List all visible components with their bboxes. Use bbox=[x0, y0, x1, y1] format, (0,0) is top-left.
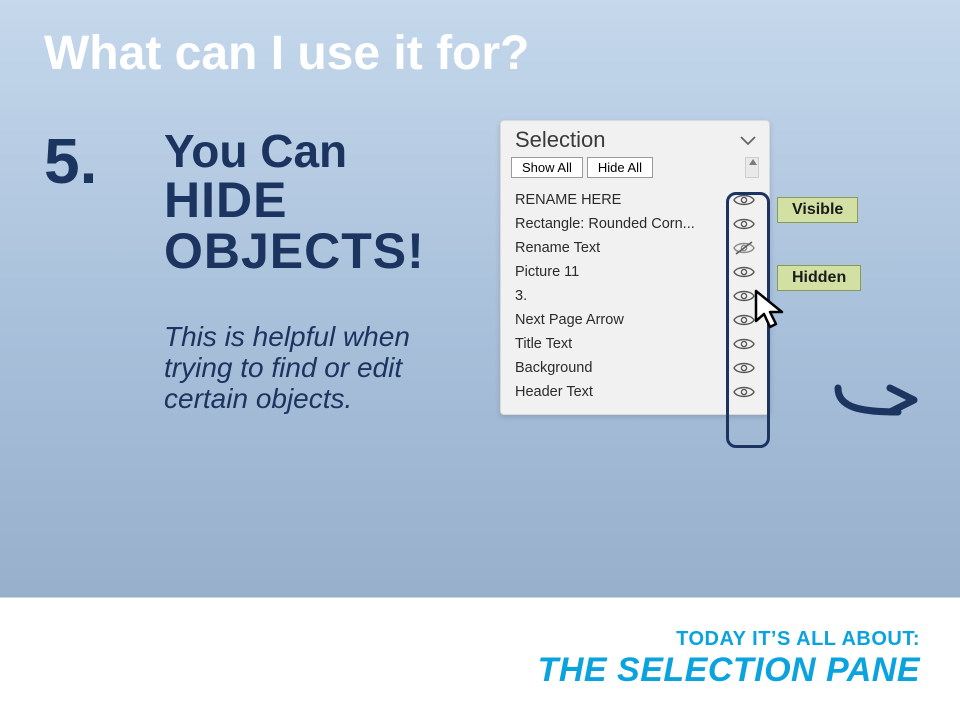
selection-pane-title: Selection bbox=[515, 127, 606, 153]
footer-line-1: TODAY IT’S ALL ABOUT: bbox=[676, 628, 920, 651]
hidden-callout: Hidden bbox=[777, 265, 861, 291]
headline: You Can HIDE OBJECTS! bbox=[164, 128, 494, 277]
eye-visible-icon[interactable] bbox=[733, 384, 755, 400]
headline-line-1: You Can bbox=[164, 128, 494, 175]
list-item[interactable]: Rename Text bbox=[501, 236, 769, 260]
slide: What can I use it for? 5. You Can HIDE O… bbox=[0, 0, 960, 720]
list-item[interactable]: Title Text bbox=[501, 332, 769, 356]
list-item-label: Picture 11 bbox=[515, 264, 579, 280]
list-item-label: Rectangle: Rounded Corn... bbox=[515, 216, 695, 232]
list-item[interactable]: RENAME HERE bbox=[501, 188, 769, 212]
subtitle-text: This is helpful when trying to find or e… bbox=[164, 322, 474, 414]
list-item[interactable]: Rectangle: Rounded Corn... bbox=[501, 212, 769, 236]
selection-pane: Selection Show All Hide All RENAME HERER… bbox=[500, 120, 770, 415]
list-item[interactable]: 3. bbox=[501, 284, 769, 308]
eye-visible-icon[interactable] bbox=[733, 216, 755, 232]
list-item-label: Next Page Arrow bbox=[515, 312, 624, 328]
eye-visible-icon[interactable] bbox=[733, 288, 755, 304]
hide-all-button[interactable]: Hide All bbox=[587, 157, 653, 178]
list-item-label: RENAME HERE bbox=[515, 192, 621, 208]
list-item-label: Background bbox=[515, 360, 592, 376]
list-item-label: 3. bbox=[515, 288, 527, 304]
headline-line-2: HIDE bbox=[164, 175, 494, 226]
eye-hidden-icon[interactable] bbox=[733, 240, 755, 256]
collapse-icon[interactable] bbox=[739, 127, 757, 153]
headline-line-3: OBJECTS! bbox=[164, 226, 494, 277]
list-item-label: Header Text bbox=[515, 384, 593, 400]
selection-pane-header: Selection bbox=[501, 121, 769, 157]
list-item-label: Rename Text bbox=[515, 240, 600, 256]
eye-visible-icon[interactable] bbox=[733, 192, 755, 208]
page-title: What can I use it for? bbox=[44, 26, 529, 81]
eye-visible-icon[interactable] bbox=[733, 360, 755, 376]
list-item[interactable]: Background bbox=[501, 356, 769, 380]
eye-visible-icon[interactable] bbox=[733, 312, 755, 328]
eye-visible-icon[interactable] bbox=[733, 336, 755, 352]
list-item-label: Title Text bbox=[515, 336, 572, 352]
list-item[interactable]: Picture 11 bbox=[501, 260, 769, 284]
eye-visible-icon[interactable] bbox=[733, 264, 755, 280]
visible-callout: Visible bbox=[777, 197, 858, 223]
list-item[interactable]: Header Text bbox=[501, 380, 769, 404]
selection-pane-list: RENAME HERE Rectangle: Rounded Corn... Ren… bbox=[501, 184, 769, 414]
selection-pane-toolbar: Show All Hide All bbox=[501, 157, 769, 184]
footer-line-2: THE SELECTION PANE bbox=[538, 651, 920, 690]
next-page-arrow[interactable] bbox=[832, 380, 922, 422]
show-all-button[interactable]: Show All bbox=[511, 157, 583, 178]
list-item[interactable]: Next Page Arrow bbox=[501, 308, 769, 332]
step-number: 5. bbox=[44, 124, 97, 198]
footer: TODAY IT’S ALL ABOUT: THE SELECTION PANE bbox=[0, 598, 960, 720]
scrollbar-up-button[interactable] bbox=[745, 157, 759, 178]
